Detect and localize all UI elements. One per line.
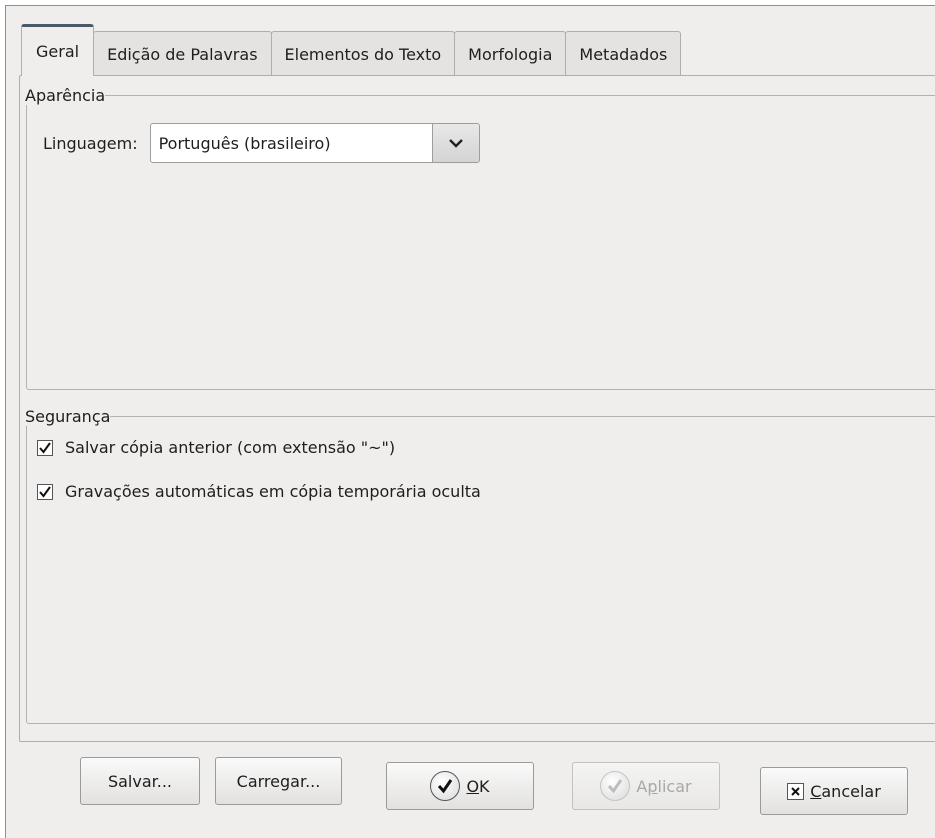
- language-select[interactable]: Português (brasileiro): [149, 123, 480, 163]
- language-label: Linguagem:: [43, 133, 138, 153]
- save-button[interactable]: Salvar...: [80, 757, 200, 805]
- option-autosave-hidden[interactable]: Gravações automáticas em cópia temporári…: [37, 482, 481, 501]
- tab-elementos-do-texto[interactable]: Elementos do Texto: [270, 31, 456, 76]
- load-button[interactable]: Carregar...: [215, 757, 342, 805]
- option-backup-copy-label: Salvar cópia anterior (com extensão "~"): [65, 438, 396, 457]
- aparencia-legend: Aparência: [25, 86, 106, 105]
- tab-bar: Geral Edição de Palavras Elementos do Te…: [21, 24, 682, 76]
- close-box-icon: [787, 782, 805, 800]
- checkmark-circle-icon: [600, 771, 631, 801]
- preferences-dialog: Geral Edição de Palavras Elementos do Te…: [5, 5, 935, 838]
- load-button-label: Carregar...: [236, 771, 321, 791]
- ok-button-label: OK: [466, 776, 490, 796]
- apply-button-label: Aplicar: [636, 776, 692, 796]
- tab-edicao-de-palavras[interactable]: Edição de Palavras: [93, 31, 272, 76]
- tab-panel-geral: Aparência Linguagem: Português (brasilei…: [19, 75, 935, 742]
- tab-metadados[interactable]: Metadados: [565, 31, 682, 76]
- checkbox-autosave-hidden[interactable]: [37, 483, 53, 500]
- language-select-value: Português (brasileiro): [158, 133, 331, 153]
- option-backup-copy[interactable]: Salvar cópia anterior (com extensão "~"): [37, 438, 395, 457]
- save-button-label: Salvar...: [107, 771, 173, 791]
- cancel-button[interactable]: Cancelar: [760, 767, 908, 815]
- checkmark-icon: [39, 441, 51, 454]
- aparencia-group: Aparência Linguagem: Português (brasilei…: [25, 86, 935, 390]
- option-autosave-hidden-label: Gravações automáticas em cópia temporári…: [65, 482, 481, 501]
- cancel-button-label: Cancelar: [810, 781, 881, 801]
- seguranca-legend: Segurança: [25, 407, 111, 426]
- checkmark-icon: [39, 485, 51, 498]
- checkmark-circle-icon: [430, 771, 461, 801]
- language-row: Linguagem: Português (brasileiro): [43, 123, 480, 163]
- chevron-down-icon[interactable]: [431, 124, 479, 162]
- ok-button[interactable]: OK: [386, 762, 534, 810]
- seguranca-group: Segurança Salvar cópia anterior (com ext…: [25, 407, 935, 724]
- checkbox-backup-copy[interactable]: [37, 439, 53, 456]
- tab-morfologia[interactable]: Morfologia: [454, 31, 567, 76]
- tab-geral[interactable]: Geral: [21, 24, 95, 76]
- apply-button[interactable]: Aplicar: [572, 762, 720, 810]
